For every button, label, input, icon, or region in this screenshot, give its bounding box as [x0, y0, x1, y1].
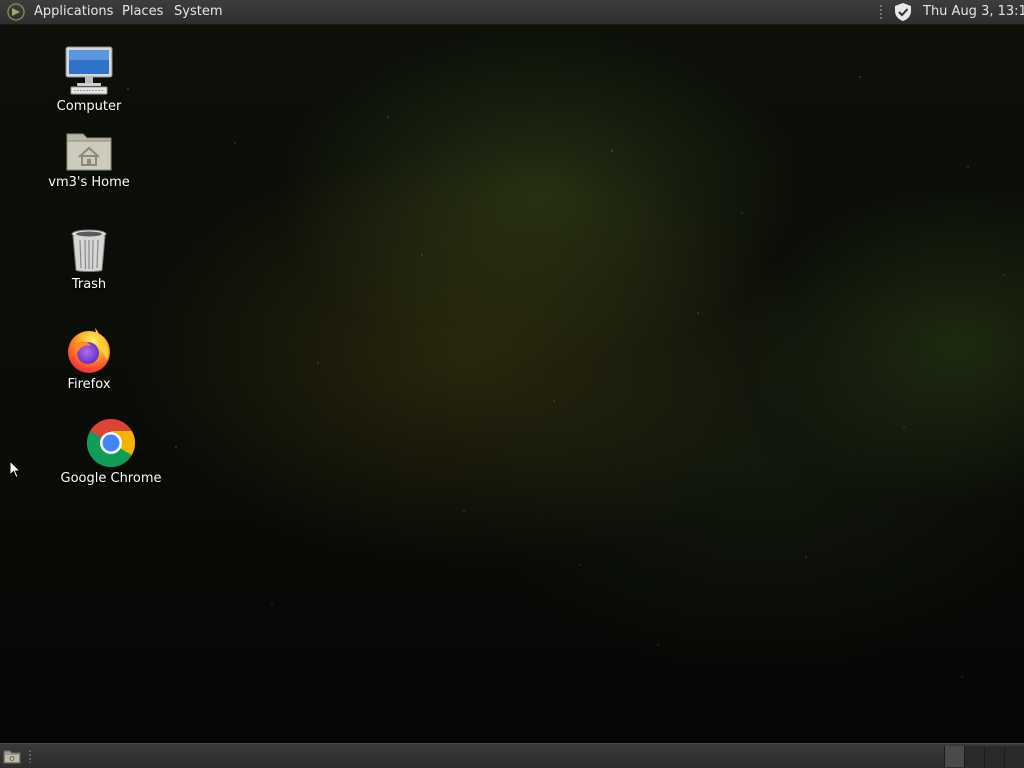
workspace-4[interactable]	[1004, 746, 1024, 767]
places-menu[interactable]: Places	[117, 0, 168, 24]
desktop-icon-chrome[interactable]: Google Chrome	[56, 418, 166, 486]
workspace-3[interactable]	[984, 746, 1004, 767]
shield-icon[interactable]	[893, 2, 913, 22]
desktop-icon-home[interactable]: vm3's Home	[34, 128, 144, 190]
mouse-pointer-icon	[9, 460, 21, 479]
desktop-icon-trash[interactable]: Trash	[34, 228, 144, 292]
system-menu[interactable]: System	[169, 0, 227, 24]
clock[interactable]: Thu Aug 3, 13:12	[918, 0, 1024, 24]
desktop-icon-label: Trash	[71, 277, 107, 292]
workspace-1[interactable]	[944, 746, 964, 767]
desktop-icon-label: Firefox	[67, 377, 111, 392]
workspace-switcher[interactable]	[944, 746, 1024, 767]
wallpaper-stars	[0, 25, 1024, 743]
applications-menu[interactable]: Applications	[29, 0, 118, 24]
firefox-icon	[68, 328, 110, 373]
chrome-icon	[86, 418, 136, 468]
desktop-icon-label: Google Chrome	[60, 471, 162, 486]
workspace-2[interactable]	[964, 746, 984, 767]
bottom-panel	[0, 743, 1024, 768]
desktop-icon-firefox[interactable]: Firefox	[34, 326, 144, 392]
top-panel: Applications Places System Thu Aug 3, 13…	[0, 0, 1024, 25]
show-desktop-icon[interactable]	[2, 747, 22, 765]
mate-menu-icon[interactable]	[6, 3, 26, 21]
computer-icon	[65, 46, 113, 95]
desktop-icon-computer[interactable]: Computer	[34, 46, 144, 114]
panel-drag-handle[interactable]	[28, 749, 32, 763]
desktop-background[interactable]	[0, 25, 1024, 743]
panel-drag-handle[interactable]	[879, 4, 883, 20]
home-folder-icon	[66, 133, 112, 171]
trash-icon	[71, 229, 107, 272]
desktop-icon-label: vm3's Home	[48, 175, 130, 190]
desktop-icon-label: Computer	[56, 99, 122, 114]
